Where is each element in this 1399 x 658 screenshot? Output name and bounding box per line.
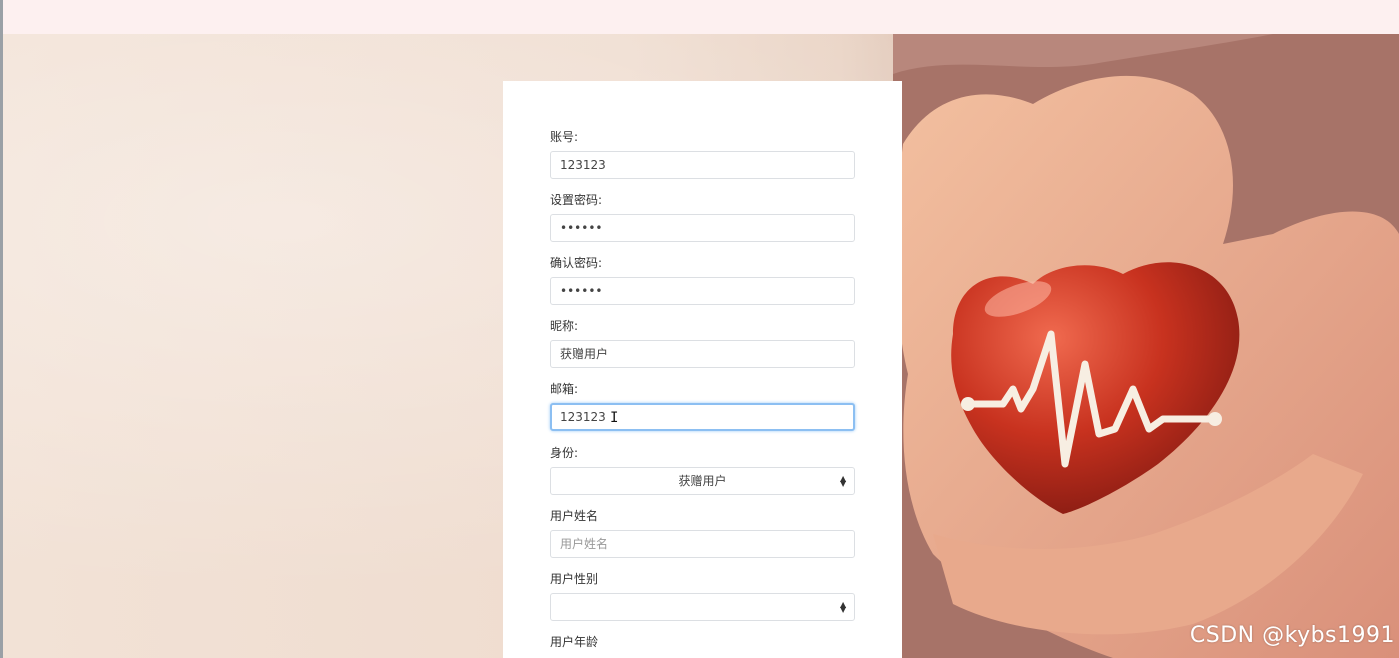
password-field: 设置密码: ••••••: [550, 192, 855, 242]
real-name-label: 用户姓名: [550, 509, 599, 523]
password-input[interactable]: ••••••: [550, 214, 855, 242]
identity-field: 身份: 获赠用户 ▲ ▼: [550, 445, 855, 495]
account-input[interactable]: 123123: [550, 151, 855, 179]
up-down-caret-icon: ▲ ▼: [840, 474, 847, 488]
real-name-field: 用户姓名 用户姓名: [550, 508, 855, 558]
email-label: 邮箱:: [550, 382, 579, 396]
identity-label: 身份:: [550, 446, 579, 460]
gender-field: 用户性别 ▲ ▼: [550, 571, 855, 621]
real-name-input[interactable]: 用户姓名: [550, 530, 855, 558]
confirm-password-input[interactable]: ••••••: [550, 277, 855, 305]
email-input[interactable]: 123123 I: [550, 403, 855, 431]
email-field: 邮箱: 123123 I: [550, 381, 855, 431]
i-beam-cursor-icon: I: [610, 410, 619, 426]
register-form-card: 账号: 123123 设置密码: •••••• 确认密码: •••••• 昵称:…: [503, 81, 902, 658]
nickname-input[interactable]: 获赠用户: [550, 340, 855, 368]
top-bar: [0, 0, 1399, 35]
identity-selected-value: 获赠用户: [678, 474, 727, 488]
age-label: 用户年龄: [550, 635, 599, 649]
gender-select[interactable]: ▲ ▼: [550, 593, 855, 621]
hands-holding-heart-illustration: [893, 34, 1399, 658]
age-field: 用户年龄: [550, 634, 855, 650]
account-label: 账号:: [550, 130, 579, 144]
password-label: 设置密码:: [550, 193, 603, 207]
identity-select[interactable]: 获赠用户 ▲ ▼: [550, 467, 855, 495]
nickname-field: 昵称: 获赠用户: [550, 318, 855, 368]
nickname-label: 昵称:: [550, 319, 579, 333]
confirm-password-label: 确认密码:: [550, 256, 603, 270]
watermark: CSDN @kybs1991: [1189, 623, 1395, 648]
email-input-value: 123123: [560, 410, 606, 424]
account-field: 账号: 123123: [550, 129, 855, 179]
confirm-password-field: 确认密码: ••••••: [550, 255, 855, 305]
gender-label: 用户性别: [550, 572, 599, 586]
up-down-caret-icon: ▲ ▼: [840, 600, 847, 614]
